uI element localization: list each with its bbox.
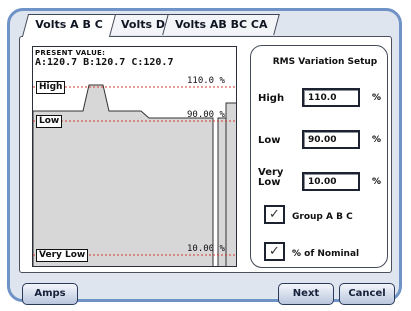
high-tag: High	[36, 81, 66, 94]
very-low-percent-label: 10.00 %	[187, 244, 225, 254]
group-abc-checkbox[interactable]: ✓	[264, 205, 285, 224]
percent-of-nominal-checkbox[interactable]: ✓	[264, 242, 285, 261]
tab-volts-d[interactable]: Volts D	[108, 14, 170, 35]
low-unit: %	[372, 135, 382, 145]
high-label: High	[258, 93, 285, 104]
high-input[interactable]: 110.0	[302, 88, 360, 107]
next-button[interactable]: Next	[278, 283, 334, 305]
percent-of-nominal-label: % of Nominal	[292, 249, 360, 259]
tab-volts-ab-bc-ca[interactable]: Volts AB BC CA	[162, 14, 280, 35]
high-percent-label: 110.0 %	[187, 76, 225, 86]
tab-volts-abc[interactable]: Volts A B C	[21, 14, 117, 37]
very-low-unit: %	[372, 177, 382, 187]
very-low-label: Very Low	[258, 167, 284, 188]
sag-bar-right	[225, 102, 236, 266]
high-unit: %	[372, 93, 382, 103]
checkmark-icon: ✓	[269, 244, 280, 259]
rms-variation-setup-panel	[250, 45, 388, 268]
amps-button[interactable]: Amps	[22, 283, 78, 305]
setup-title: RMS Variation Setup	[272, 57, 378, 67]
voltage-envelope	[33, 84, 214, 266]
group-abc-label: Group A B C	[292, 212, 353, 222]
very-low-tag: Very Low	[36, 249, 89, 262]
rms-variation-plot: PRESENT VALUE: A:120.7 B:120.7 C:120.7 H…	[32, 46, 237, 267]
very-low-input[interactable]: 10.00	[302, 172, 360, 191]
low-percent-label: 90.00 %	[187, 110, 225, 120]
low-input[interactable]: 90.00	[302, 130, 360, 149]
low-label: Low	[258, 135, 281, 146]
low-tag: Low	[36, 115, 63, 128]
checkmark-icon: ✓	[269, 207, 280, 222]
cancel-button[interactable]: Cancel	[339, 283, 395, 305]
